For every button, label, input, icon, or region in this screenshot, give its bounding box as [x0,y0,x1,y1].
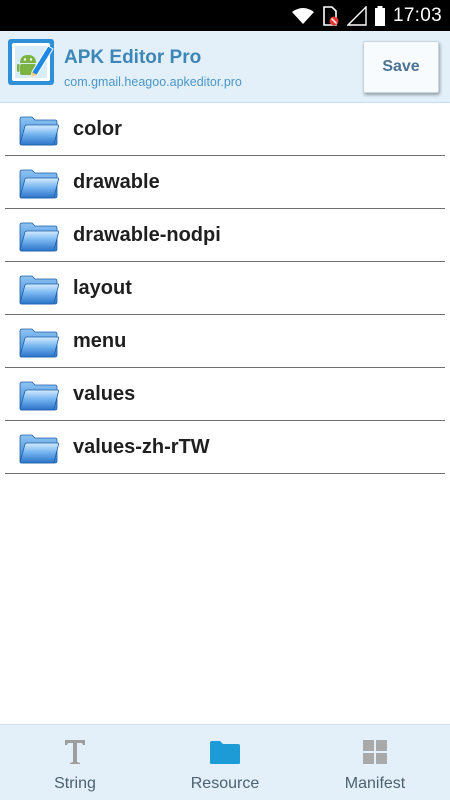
folder-item-values[interactable]: values [5,368,445,421]
folder-icon [19,328,59,358]
folder-item-drawable[interactable]: drawable [5,156,445,209]
tab-manifest[interactable]: Manifest [300,725,450,800]
folder-item-color[interactable]: color [5,103,445,156]
folder-icon [19,169,59,199]
tab-label: String [54,775,96,792]
status-icons: 17:03 [291,0,442,31]
folder-list: color drawable drawable-nodpi layout men… [0,103,450,474]
folder-label: values [73,383,136,405]
folder-icon [19,222,59,252]
folder-icon [210,741,240,764]
folder-icon [19,275,59,305]
wifi-icon [291,7,314,24]
folder-item-menu[interactable]: menu [5,315,445,368]
battery-icon [374,5,385,26]
text-t-icon [65,740,85,764]
tab-resource[interactable]: Resource [150,725,300,800]
sim-blocked-icon [323,5,339,26]
folder-item-layout[interactable]: layout [5,262,445,315]
app-title: APK Editor Pro [64,47,202,68]
tab-label: Resource [190,775,260,792]
tab-label: Manifest [344,775,406,792]
status-time: 17:03 [392,4,442,26]
status-bar: 17:03 [0,0,450,31]
folder-label: color [73,118,122,140]
folder-item-values-zh-rtw[interactable]: values-zh-rTW [5,421,445,474]
folder-label: drawable-nodpi [73,224,221,246]
package-name: com.gmail.heagoo.apkeditor.pro [64,75,242,89]
grid-icon [363,740,387,764]
folder-label: layout [73,277,132,299]
app-logo-icon [8,39,54,85]
save-button[interactable]: Save [363,41,439,93]
folder-label: values-zh-rTW [73,436,210,458]
folder-icon [19,434,59,464]
app-header: APK Editor Pro com.gmail.heagoo.apkedito… [0,31,450,103]
signal-icon [346,5,367,26]
folder-label: drawable [73,171,160,193]
folder-item-drawable-nodpi[interactable]: drawable-nodpi [5,209,445,262]
bottom-nav: String Resource Manifest [0,724,450,800]
folder-label: menu [73,330,127,352]
tab-string[interactable]: String [0,725,150,800]
folder-icon [19,381,59,411]
folder-icon [19,116,59,146]
